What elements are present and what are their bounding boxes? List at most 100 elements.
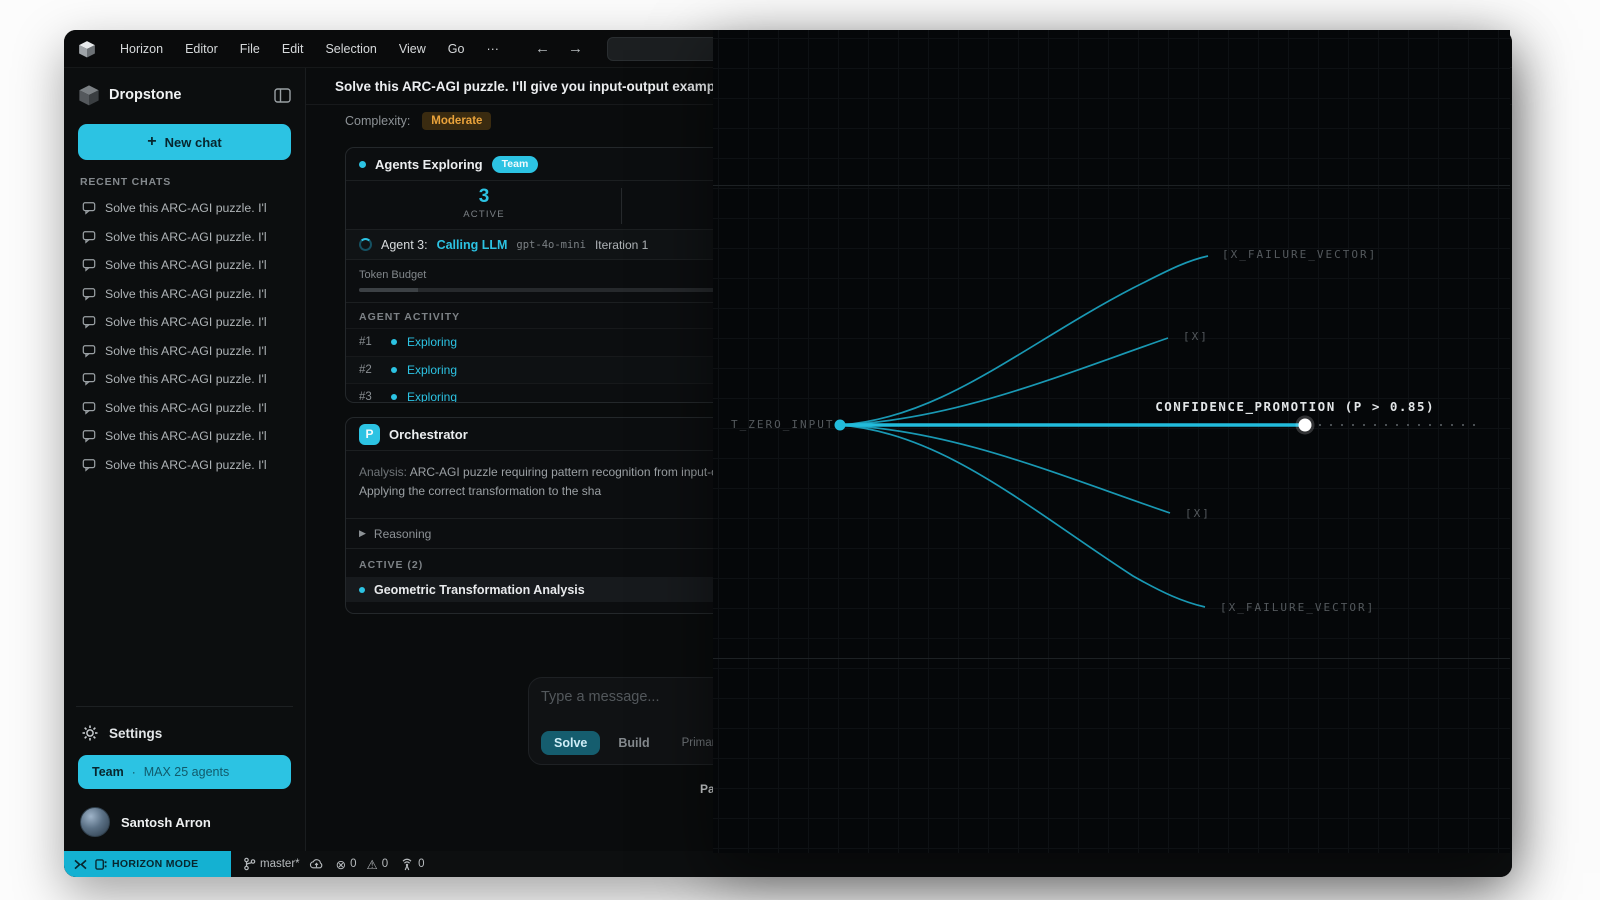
profile-row[interactable]: Santosh Arron [78, 805, 291, 839]
agent-model: gpt-4o-mini [516, 239, 586, 251]
back-arrow-icon[interactable]: ← [527, 38, 558, 59]
branch-indicator[interactable]: master* [243, 857, 324, 871]
team-mode-button[interactable]: Team · MAX 25 agents [78, 755, 291, 789]
build-button[interactable]: Build [610, 731, 657, 755]
x-label-bottom: [X] [1185, 507, 1211, 520]
menu-horizon[interactable]: Horizon [110, 38, 173, 60]
problems-indicator[interactable]: ⊗ 0 ⚠ 0 [336, 857, 389, 872]
trajectory-curve [840, 425, 1205, 607]
chat-item-label: Solve this ARC-AGI puzzle. I'l [105, 201, 267, 215]
visualization-overlay: T_ZERO_INPUT CONFIDENCE_PROMOTION (P > 0… [713, 30, 1510, 853]
branch-name: master* [260, 858, 300, 870]
failure-vector-label-bottom: [X_FAILURE_VECTOR] [1220, 601, 1375, 614]
menu-edit[interactable]: Edit [272, 38, 314, 60]
chat-list-item[interactable]: Solve this ARC-AGI puzzle. I'l [78, 365, 291, 394]
chat-bubble-icon [82, 258, 96, 272]
active-agents-stat: 3 ACTIVE [434, 186, 534, 220]
chat-list-item[interactable]: Solve this ARC-AGI puzzle. I'l [78, 308, 291, 337]
plus-icon: + [147, 133, 156, 151]
chat-bubble-icon [82, 315, 96, 329]
status-mode-segment[interactable]: HORIZON MODE [64, 851, 231, 877]
panel-toggle-icon[interactable] [274, 88, 291, 103]
complexity-label: Complexity: [345, 114, 410, 128]
dropstone-logo-icon [78, 84, 100, 106]
chat-item-label: Solve this ARC-AGI puzzle. I'l [105, 287, 267, 301]
recent-chats-heading: RECENT CHATS [80, 176, 289, 188]
orchestrator-title: Orchestrator [389, 427, 468, 442]
token-budget-fill [359, 288, 418, 292]
reasoning-label: Reasoning [374, 527, 431, 541]
warning-count: 0 [382, 858, 388, 870]
chat-item-label: Solve this ARC-AGI puzzle. I'l [105, 429, 267, 443]
chat-list-item[interactable]: Solve this ARC-AGI puzzle. I'l [78, 251, 291, 280]
team-mode-separator: · [132, 765, 136, 779]
chat-title: Solve this ARC-AGI puzzle. I'll give you… [335, 79, 730, 94]
forward-arrow-icon[interactable]: → [560, 38, 591, 59]
chat-bubble-icon [82, 287, 96, 301]
status-dot-icon [359, 161, 366, 168]
solve-button[interactable]: Solve [541, 731, 600, 755]
chat-item-label: Solve this ARC-AGI puzzle. I'l [105, 230, 267, 244]
agent-status: Exploring [407, 335, 457, 349]
failure-vector-label-top: [X_FAILURE_VECTOR] [1222, 248, 1377, 261]
mode-label: HORIZON MODE [112, 858, 198, 870]
chat-item-label: Solve this ARC-AGI puzzle. I'l [105, 258, 267, 272]
app-name: Dropstone [109, 87, 265, 103]
complexity-badge: Moderate [422, 112, 491, 130]
chat-item-label: Solve this ARC-AGI puzzle. I'l [105, 372, 267, 386]
new-chat-label: New chat [165, 135, 222, 150]
agent-action: Calling LLM [437, 238, 508, 252]
sidebar-divider [76, 706, 293, 707]
status-dot-icon [391, 367, 397, 373]
error-count: 0 [350, 858, 356, 870]
chat-list-item[interactable]: Solve this ARC-AGI puzzle. I'l [78, 451, 291, 480]
menu-view[interactable]: View [389, 38, 436, 60]
ports-indicator[interactable]: 0 [400, 858, 424, 871]
menu-overflow[interactable]: ··· [476, 38, 509, 60]
chat-item-label: Solve this ARC-AGI puzzle. I'l [105, 401, 267, 415]
trajectory-curve [840, 338, 1168, 425]
status-bar: HORIZON MODE master* ⊗ 0 ⚠ 0 [64, 851, 1512, 877]
new-chat-button[interactable]: + New chat [78, 124, 291, 160]
menu-go[interactable]: Go [438, 38, 475, 60]
agent-id: Agent 3: [381, 238, 428, 252]
orchestrator-icon: P [359, 424, 380, 445]
analysis-label: Analysis: [359, 465, 407, 479]
chat-list-item[interactable]: Solve this ARC-AGI puzzle. I'l [78, 394, 291, 423]
settings-button[interactable]: Settings [78, 719, 291, 755]
chat-list-item[interactable]: Solve this ARC-AGI puzzle. I'l [78, 337, 291, 366]
promotion-node[interactable] [1299, 419, 1312, 432]
agent-status: Exploring [407, 390, 457, 403]
agent-status: Exploring [407, 363, 457, 377]
warning-icon: ⚠ [367, 857, 378, 872]
collapse-arrow-icon: ▶ [359, 528, 366, 539]
menu-selection[interactable]: Selection [315, 38, 386, 60]
chat-bubble-icon [82, 429, 96, 443]
active-count-label: ACTIVE [434, 209, 534, 220]
menu-editor[interactable]: Editor [175, 38, 228, 60]
user-name: Santosh Arron [121, 815, 211, 830]
settings-label: Settings [109, 726, 162, 741]
chat-bubble-icon [82, 372, 96, 386]
stats-divider [621, 188, 622, 224]
agent-number: #1 [359, 336, 381, 348]
agents-card-title: Agents Exploring [375, 157, 483, 172]
input-node[interactable] [835, 420, 846, 431]
trajectory-diagram [713, 30, 1510, 853]
chat-list-item[interactable]: Solve this ARC-AGI puzzle. I'l [78, 223, 291, 252]
chat-list-item[interactable]: Solve this ARC-AGI puzzle. I'l [78, 194, 291, 223]
chat-item-label: Solve this ARC-AGI puzzle. I'l [105, 458, 267, 472]
team-mode-label: Team [92, 765, 124, 779]
error-icon: ⊗ [336, 857, 346, 872]
chat-list-item[interactable]: Solve this ARC-AGI puzzle. I'l [78, 280, 291, 309]
horizon-mode-icon [95, 859, 107, 870]
status-dot-icon [359, 587, 365, 593]
input-node-label: T_ZERO_INPUT [731, 418, 834, 431]
trajectory-curve [840, 425, 1170, 513]
chat-list-item[interactable]: Solve this ARC-AGI puzzle. I'l [78, 422, 291, 451]
active-task-label: Geometric Transformation Analysis [374, 583, 585, 597]
agent-number: #3 [359, 391, 381, 403]
team-badge: Team [492, 156, 539, 173]
menu-file[interactable]: File [230, 38, 270, 60]
chat-bubble-icon [82, 401, 96, 415]
